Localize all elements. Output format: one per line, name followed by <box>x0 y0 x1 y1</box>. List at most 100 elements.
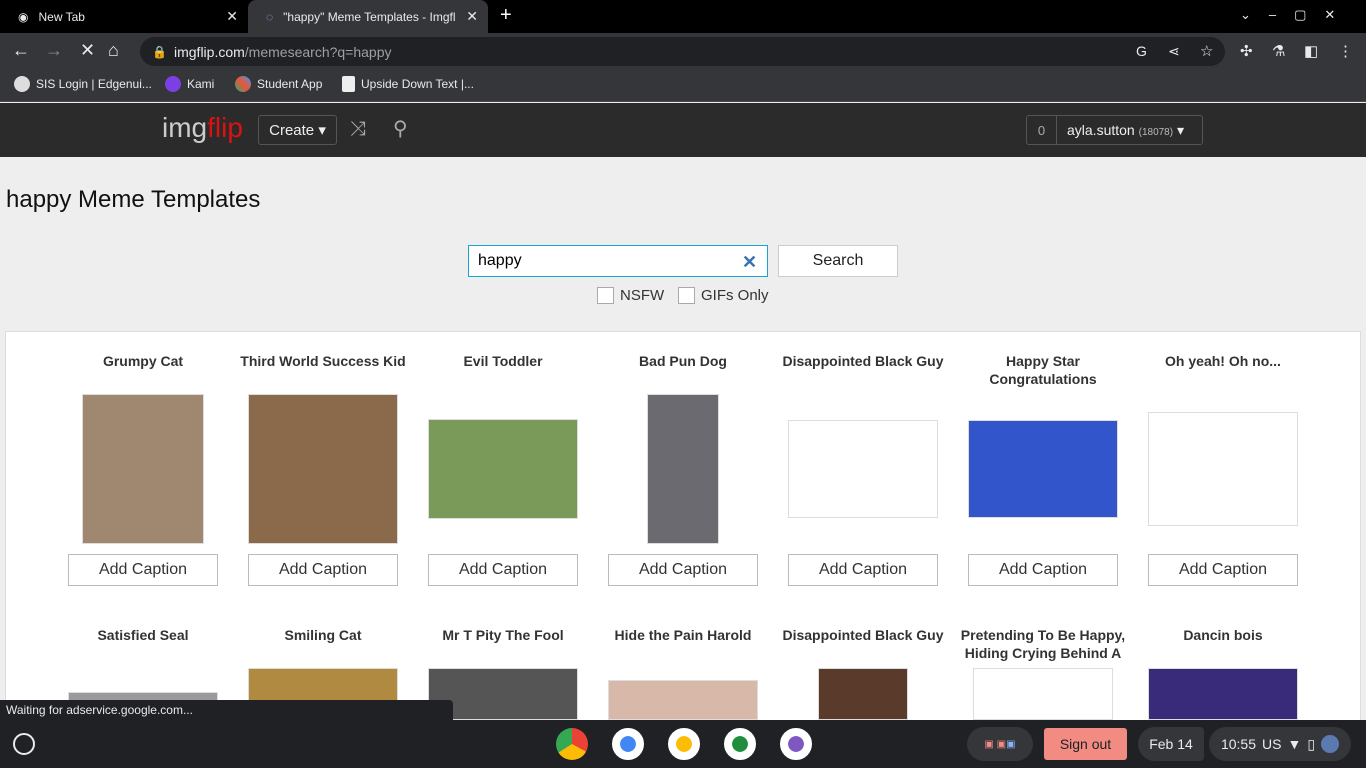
notification-count[interactable]: 0 <box>1027 116 1057 144</box>
search-icon[interactable]: ⚲ <box>393 116 408 141</box>
close-tab-icon[interactable]: ✕ <box>466 8 478 25</box>
search-input[interactable]: happy <box>468 245 768 277</box>
back-button[interactable]: ← <box>12 40 30 61</box>
checkbox[interactable] <box>678 287 695 304</box>
kami-icon <box>165 76 181 92</box>
meme-thumbnail[interactable] <box>818 668 908 720</box>
search-button[interactable]: Search <box>778 245 898 277</box>
add-caption-button[interactable]: Add Caption <box>1148 554 1298 586</box>
google-icon[interactable]: G <box>1136 43 1147 59</box>
clear-search-icon[interactable]: ✕ <box>742 252 757 273</box>
url-host: imgflip.com <box>174 43 245 60</box>
create-dropdown[interactable]: Create ▾ <box>258 115 337 145</box>
add-caption-button[interactable]: Add Caption <box>968 554 1118 586</box>
chrome-app-icon[interactable] <box>556 728 588 760</box>
meme-title[interactable]: Third World Success Kid <box>233 352 413 370</box>
bookmark-star-icon[interactable]: ☆ <box>1200 42 1213 60</box>
meme-title[interactable]: Disappointed Black Guy <box>773 352 953 370</box>
nsfw-checkbox[interactable]: NSFW <box>597 287 664 304</box>
add-caption-button[interactable]: Add Caption <box>428 554 578 586</box>
slides-app-icon[interactable] <box>668 728 700 760</box>
new-tab-button[interactable]: + <box>500 4 512 27</box>
tab-imgflip[interactable]: ◌ "happy" Meme Templates - Imgfl ✕ <box>248 0 488 33</box>
bookmark-kami[interactable]: Kami <box>165 76 214 92</box>
date-tray[interactable]: Feb 14 <box>1138 727 1204 761</box>
address-bar[interactable]: 🔒 imgflip.com/memesearch?q=happy <box>140 37 1225 66</box>
account-icon <box>1321 735 1340 753</box>
stop-button[interactable]: ✕ <box>80 40 95 61</box>
meme-title[interactable]: Happy Star Congratulations <box>953 352 1133 388</box>
side-panel-icon[interactable]: ◧ <box>1304 42 1318 60</box>
url-path: /memesearch?q=happy <box>244 43 392 60</box>
shuffle-icon[interactable]: ⤨ <box>350 118 366 141</box>
tab-label: "happy" Meme Templates - Imgfl <box>283 9 456 24</box>
meme-thumbnail[interactable] <box>1148 412 1298 526</box>
home-button[interactable]: ⌂ <box>108 40 119 61</box>
meme-title[interactable]: Evil Toddler <box>413 352 593 370</box>
user-menu[interactable]: 0 ayla.sutton (18078) ▾ <box>1026 115 1203 145</box>
meme-thumbnail[interactable] <box>82 394 204 544</box>
labs-icon[interactable]: ⚗ <box>1272 42 1285 60</box>
globe-icon <box>14 76 30 92</box>
status-bar: Waiting for adservice.google.com... <box>0 700 453 720</box>
document-icon <box>342 76 355 92</box>
lock-icon: 🔒 <box>152 44 167 59</box>
launcher-button[interactable] <box>13 733 35 755</box>
wifi-icon: ▼ <box>1287 736 1302 752</box>
meme-thumbnail[interactable] <box>788 420 938 518</box>
gifs-only-checkbox[interactable]: GIFs Only <box>678 287 769 304</box>
meme-thumbnail[interactable] <box>973 668 1113 720</box>
close-tab-icon[interactable]: ✕ <box>226 8 238 25</box>
bookmark-sis[interactable]: SIS Login | Edgenui... <box>14 76 152 92</box>
docs-app-icon[interactable] <box>612 728 644 760</box>
window-controls[interactable]: ⌄–▢✕ <box>1240 7 1353 23</box>
meme-title[interactable]: Pretending To Be Happy, Hiding Crying Be… <box>953 626 1133 662</box>
bookmark-label: SIS Login | Edgenui... <box>36 77 152 91</box>
nsfw-label: NSFW <box>620 287 665 304</box>
sign-out-button[interactable]: Sign out <box>1044 728 1127 760</box>
meme-title[interactable]: Hide the Pain Harold <box>593 626 773 644</box>
meme-title[interactable]: Grumpy Cat <box>53 352 233 370</box>
meme-title[interactable]: Mr T Pity The Fool <box>413 626 593 644</box>
meme-thumbnail[interactable] <box>968 420 1118 518</box>
bookmark-upside-down[interactable]: Upside Down Text |... <box>342 76 474 92</box>
meme-thumbnail[interactable] <box>248 394 398 544</box>
bookmark-label: Upside Down Text |... <box>361 77 474 91</box>
page-title: happy Meme Templates <box>6 186 261 213</box>
meme-title[interactable]: Oh yeah! Oh no... <box>1133 352 1313 370</box>
bookmark-label: Kami <box>187 77 215 91</box>
battery-icon: ▯ <box>1307 735 1316 752</box>
meme-title[interactable]: Dancin bois <box>1133 626 1313 644</box>
meme-title[interactable]: Disappointed Black Guy <box>773 626 953 644</box>
extensions-icon[interactable]: ✣ <box>1240 42 1253 60</box>
meme-thumbnail[interactable] <box>428 419 578 519</box>
add-caption-button[interactable]: Add Caption <box>68 554 218 586</box>
share-icon[interactable]: ⋖ <box>1168 43 1180 60</box>
chrome-icon: ◉ <box>18 9 29 24</box>
system-tray[interactable]: 10:55 US ▼ ▯ <box>1209 727 1351 761</box>
bookmark-student-app[interactable]: Student App <box>235 76 322 92</box>
ime-locale: US <box>1262 736 1282 752</box>
checkbox[interactable] <box>597 287 614 304</box>
imgflip-logo[interactable]: imgflip <box>162 112 243 144</box>
add-caption-button[interactable]: Add Caption <box>248 554 398 586</box>
user-points: (18078) <box>1138 126 1174 138</box>
meme-thumbnail[interactable] <box>608 680 758 720</box>
tab-new-tab[interactable]: ◉ New Tab ✕ <box>0 0 248 33</box>
clock: 10:55 <box>1220 736 1256 752</box>
tab-label: New Tab <box>38 9 85 24</box>
menu-icon[interactable]: ⋮ <box>1338 42 1353 60</box>
meme-title[interactable]: Satisfied Seal <box>53 626 233 644</box>
forward-button[interactable]: → <box>45 40 63 61</box>
meme-title[interactable]: Bad Pun Dog <box>593 352 773 370</box>
meme-title[interactable]: Smiling Cat <box>233 626 413 644</box>
add-caption-button[interactable]: Add Caption <box>788 554 938 586</box>
meme-thumbnail[interactable] <box>1148 668 1298 720</box>
create-label: Create <box>269 121 315 139</box>
tote-icons[interactable]: ▣ ▣ ▣ <box>967 727 1033 761</box>
username: ayla.sutton <box>1067 121 1135 138</box>
classroom-app-icon[interactable] <box>724 728 756 760</box>
forms-app-icon[interactable] <box>780 728 812 760</box>
add-caption-button[interactable]: Add Caption <box>608 554 758 586</box>
meme-thumbnail[interactable] <box>647 394 719 544</box>
